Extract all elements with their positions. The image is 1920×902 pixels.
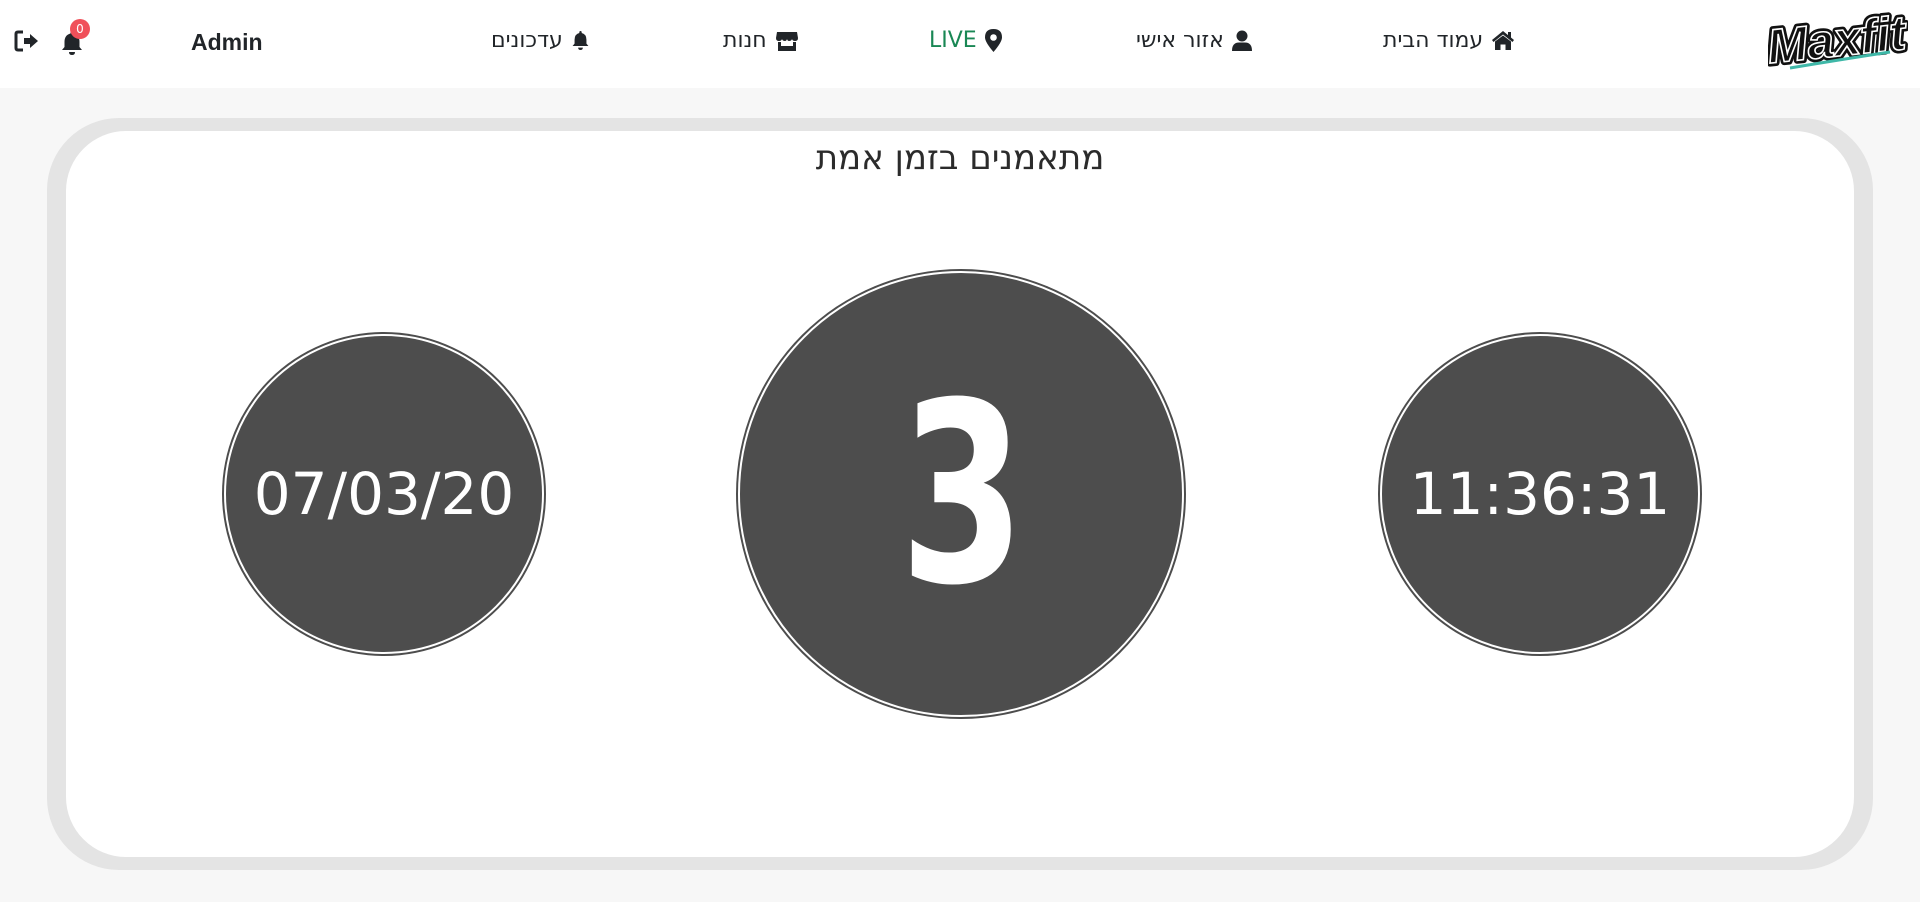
nav-store-label: חנות xyxy=(723,28,767,53)
logout-icon[interactable] xyxy=(14,30,40,56)
nav-live[interactable]: LIVE xyxy=(929,28,1002,53)
nav-live-label: LIVE xyxy=(929,28,977,53)
map-marker-icon xyxy=(984,29,1002,52)
nav-updates-label: עדכונים xyxy=(491,28,563,53)
user-icon xyxy=(1231,30,1252,52)
bell-icon xyxy=(571,30,590,51)
notification-count-badge: 0 xyxy=(70,19,90,39)
nav-home[interactable]: עמוד הבית xyxy=(1383,28,1515,53)
store-icon xyxy=(775,30,799,52)
nav-home-label: עמוד הבית xyxy=(1383,28,1484,53)
time-circle: 11:36:31 xyxy=(1380,334,1700,654)
date-value: 07/03/20 xyxy=(253,460,515,528)
time-value: 11:36:31 xyxy=(1409,460,1671,528)
nav-updates[interactable]: עדכונים xyxy=(491,28,590,53)
nav-personal-area[interactable]: אזור אישי xyxy=(1136,28,1252,53)
live-count-circle: 3 xyxy=(738,271,1184,717)
live-count-value: 3 xyxy=(899,348,1025,640)
logo-text: Maxfit xyxy=(1768,7,1908,74)
user-name[interactable]: Admin xyxy=(191,29,263,56)
maxfit-logo[interactable]: Maxfit Maxfit xyxy=(1768,6,1908,82)
home-icon xyxy=(1491,30,1515,51)
nav-personal-label: אזור אישי xyxy=(1136,28,1224,53)
top-navbar: 0 Admin עדכונים חנות LIVE אזור אישי עמוד… xyxy=(0,0,1920,88)
nav-store[interactable]: חנות xyxy=(723,28,799,53)
date-circle: 07/03/20 xyxy=(224,334,544,654)
page-title: מתאמנים בזמן אמת xyxy=(815,138,1105,178)
